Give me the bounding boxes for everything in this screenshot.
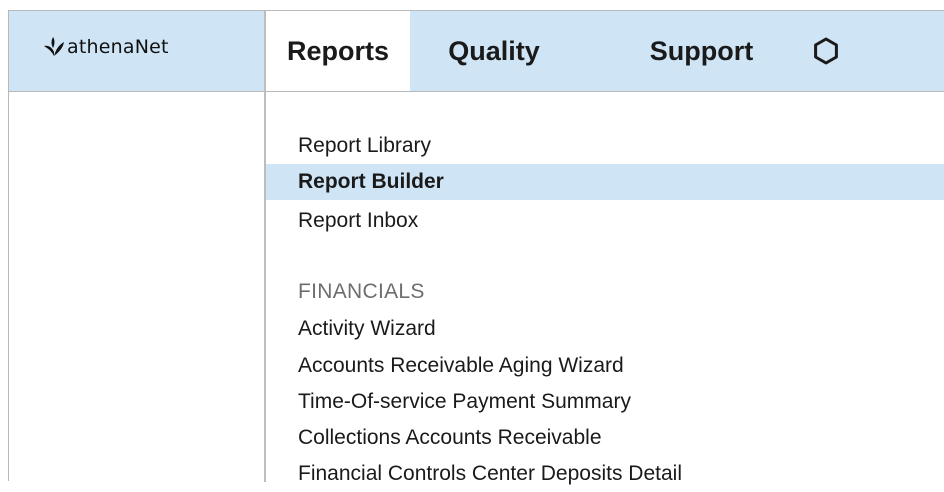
gear-icon[interactable] — [811, 36, 841, 66]
athena-leaf-icon — [44, 37, 64, 56]
menu-item-report-inbox[interactable]: Report Inbox — [266, 203, 944, 239]
athenanet-logo[interactable]: athenaNet — [43, 33, 169, 61]
menu-item-ar-aging-wizard[interactable]: Accounts Receivable Aging Wizard — [266, 348, 944, 384]
tab-support[interactable]: Support — [629, 11, 774, 91]
menu-item-activity-wizard[interactable]: Activity Wizard — [266, 311, 944, 347]
menu-item-report-builder[interactable]: Report Builder — [266, 164, 944, 200]
app-frame: athenaNet Reports Quality Support Report… — [8, 10, 944, 485]
menu-item-report-library[interactable]: Report Library — [266, 128, 944, 164]
tab-quality[interactable]: Quality — [430, 11, 558, 91]
top-nav-bar: athenaNet Reports Quality Support — [9, 11, 944, 92]
menu-item-tos-payment-summary[interactable]: Time-Of-service Payment Summary — [266, 384, 944, 420]
menu-item-collections-ar[interactable]: Collections Accounts Receivable — [266, 420, 944, 456]
logo-text: athenaNet — [67, 36, 169, 58]
left-panel — [9, 92, 264, 482]
section-header-financials: FINANCIALS — [298, 280, 425, 303]
tab-reports[interactable]: Reports — [266, 11, 410, 91]
menu-item-fcc-deposits-detail[interactable]: Financial Controls Center Deposits Detai… — [266, 456, 944, 492]
